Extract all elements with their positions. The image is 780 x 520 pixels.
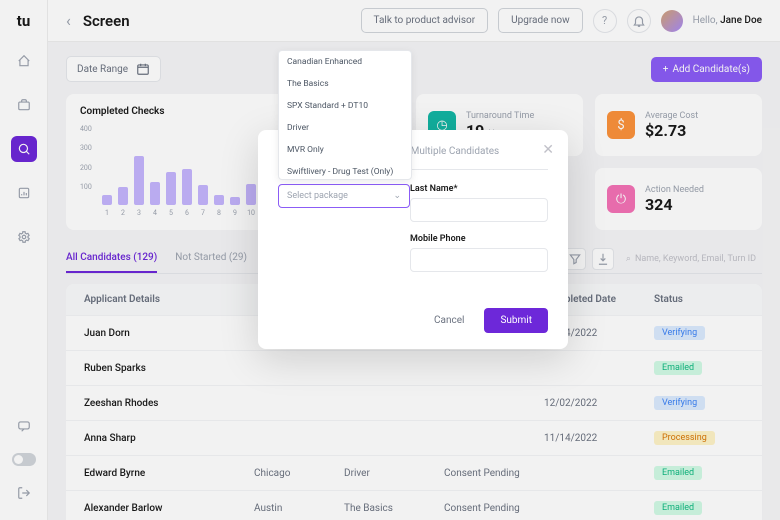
mobile-label: Mobile Phone xyxy=(410,234,548,244)
cancel-button[interactable]: Cancel xyxy=(424,308,474,333)
package-option[interactable]: SPX Standard + DT10 xyxy=(279,95,411,117)
chevron-down-icon: ⌄ xyxy=(393,191,401,201)
package-option[interactable]: MVR Only xyxy=(279,139,411,161)
close-icon[interactable]: ✕ xyxy=(542,142,554,158)
package-option[interactable]: Canadian Enhanced xyxy=(279,51,411,73)
last-name-input[interactable] xyxy=(410,198,548,222)
package-option[interactable]: Driver xyxy=(279,117,411,139)
package-option[interactable]: Swiftlivery - Drug Test (Only) xyxy=(279,161,411,180)
package-dropdown-list: Canadian EnhancedThe BasicsSPX Standard … xyxy=(278,50,412,180)
last-name-label: Last Name* xyxy=(410,184,548,194)
submit-button[interactable]: Submit xyxy=(484,308,548,333)
add-candidate-modal: ✕ Add Single Candidate Add Multiple Cand… xyxy=(258,130,568,349)
package-option[interactable]: The Basics xyxy=(279,73,411,95)
mobile-input[interactable] xyxy=(410,248,548,272)
package-select[interactable]: Select package ⌄ xyxy=(278,184,410,208)
